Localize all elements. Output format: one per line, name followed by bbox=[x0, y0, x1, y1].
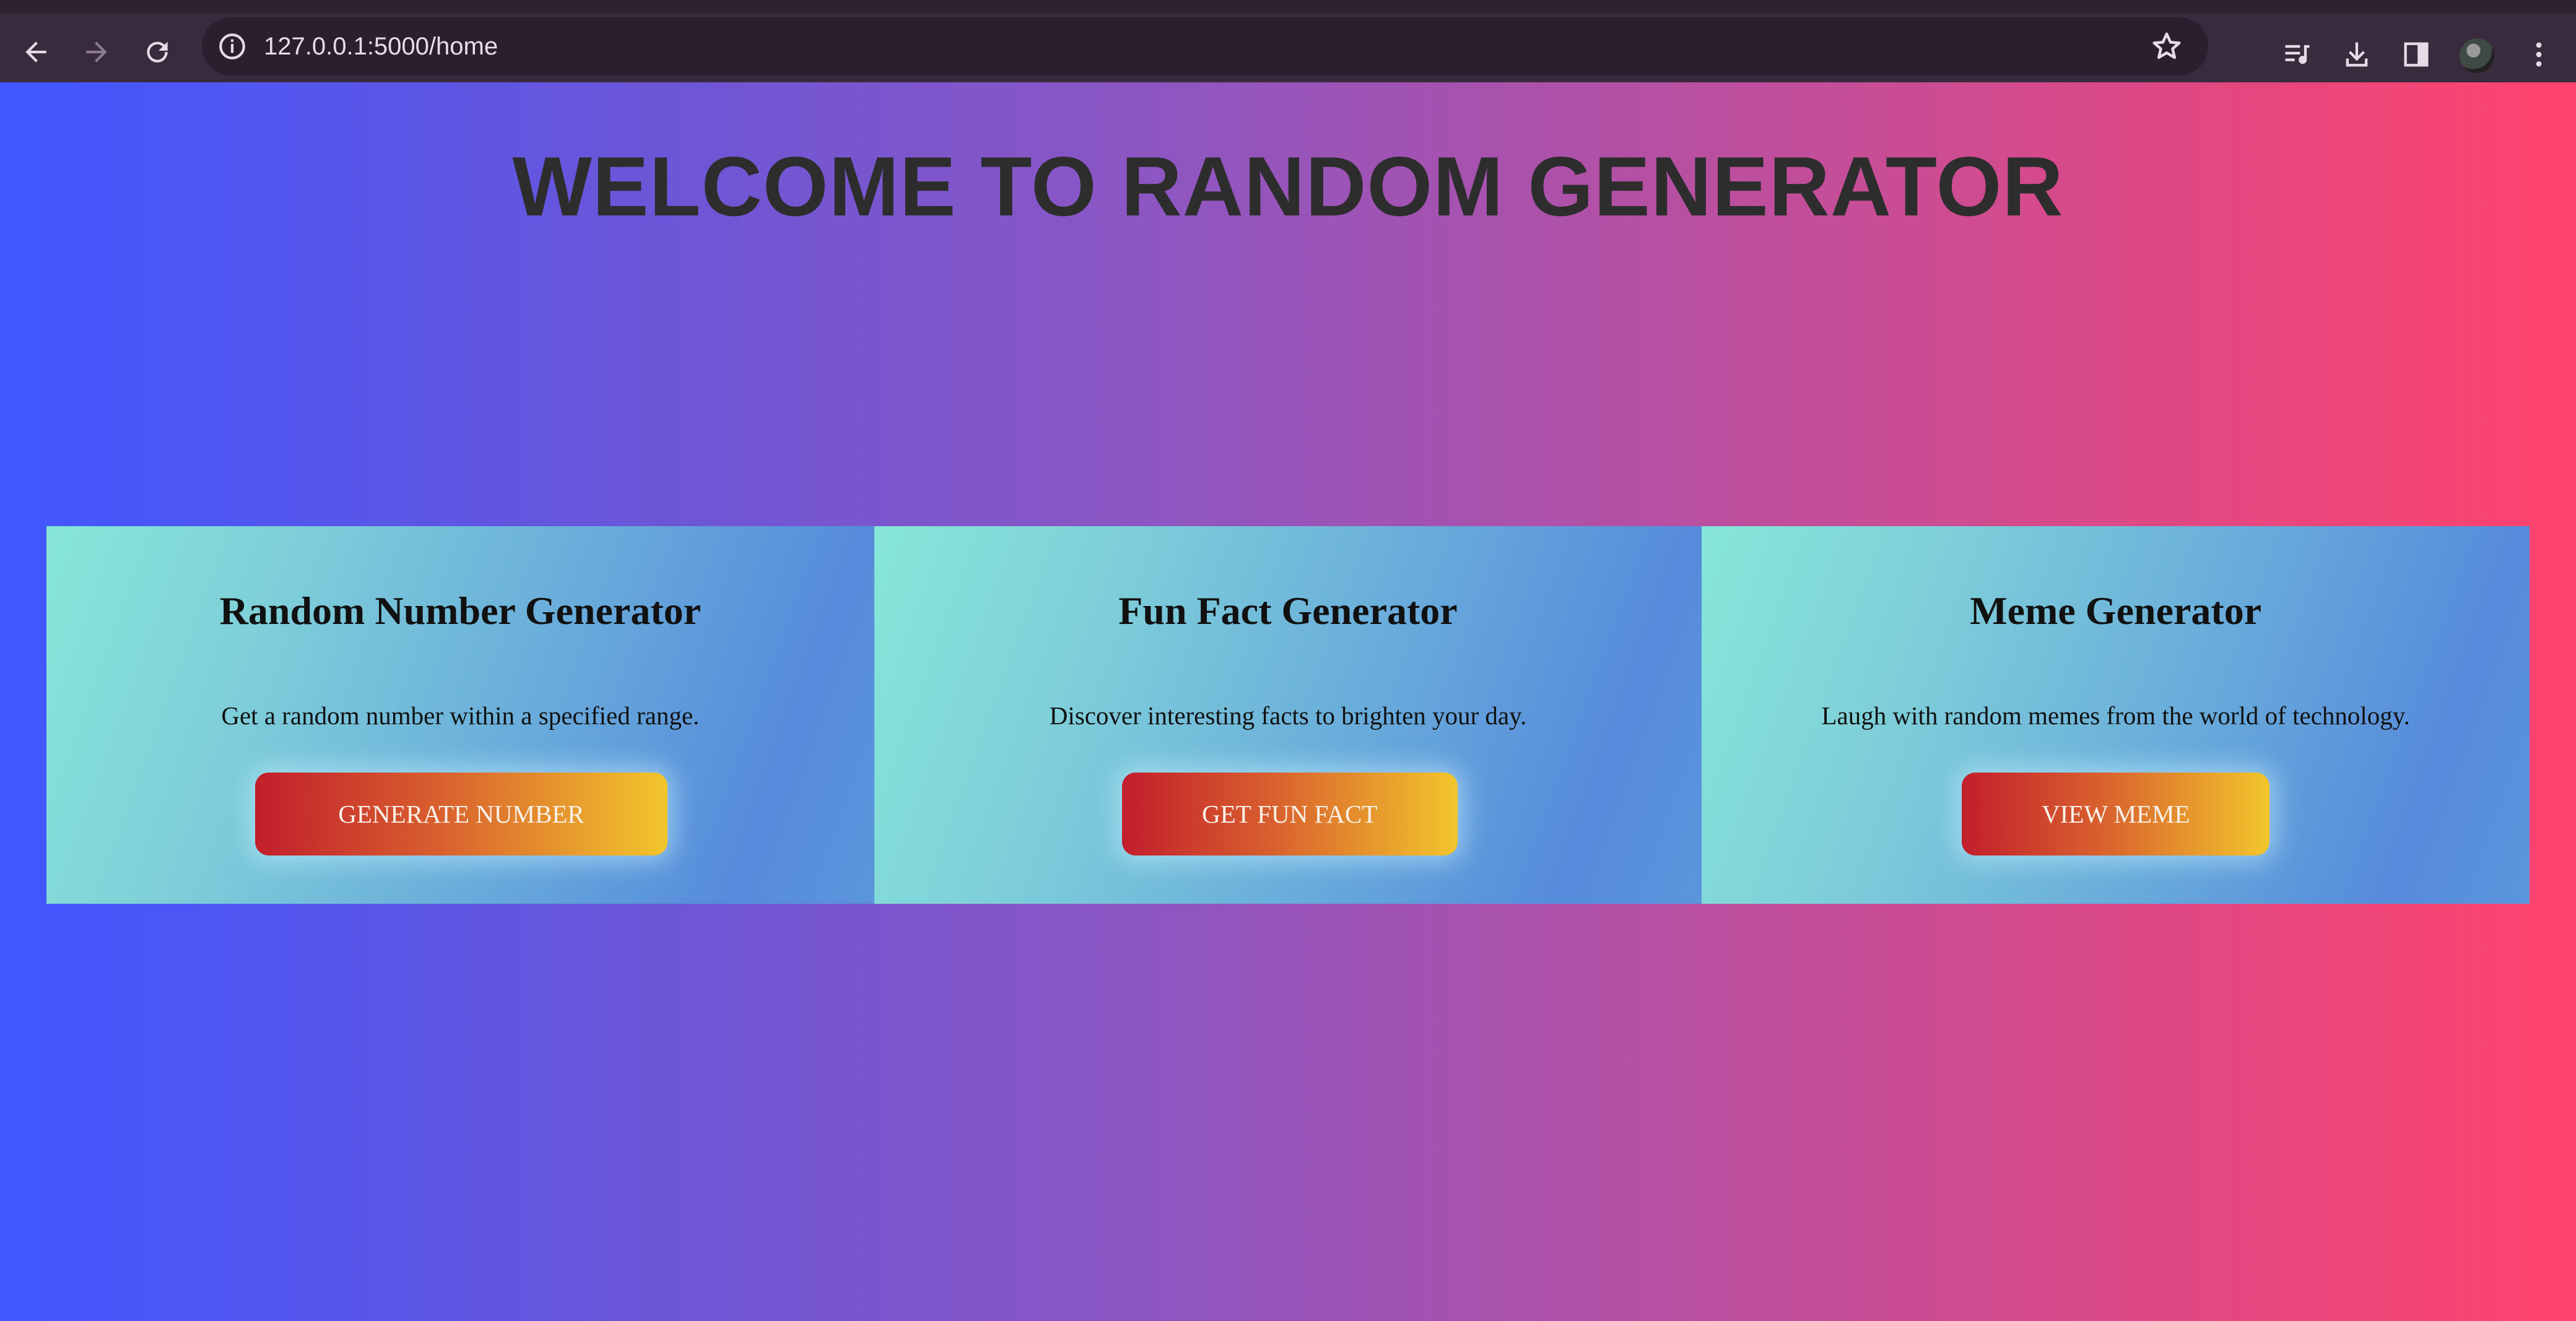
media-button[interactable] bbox=[2273, 30, 2322, 79]
card-row: Random Number Generator Get a random num… bbox=[46, 526, 2530, 904]
view-meme-button[interactable]: VIEW MEME bbox=[1962, 773, 2270, 855]
browser-toolbar: 127.0.0.1:5000/home bbox=[0, 0, 2576, 82]
url-text[interactable]: 127.0.0.1:5000/home bbox=[264, 17, 498, 76]
side-panel-icon bbox=[2404, 42, 2429, 67]
reload-icon bbox=[147, 41, 168, 63]
address-bar[interactable]: 127.0.0.1:5000/home bbox=[202, 17, 2208, 76]
star-icon[interactable] bbox=[2150, 30, 2183, 63]
download-button[interactable] bbox=[2332, 30, 2382, 79]
card-title: Fun Fact Generator bbox=[1118, 589, 1458, 633]
generate-number-button[interactable]: GENERATE NUMBER bbox=[255, 773, 668, 855]
card-fun-fact: Fun Fact Generator Discover interesting … bbox=[874, 526, 1702, 904]
download-icon bbox=[2346, 42, 2368, 67]
card-meme: Meme Generator Laugh with random memes f… bbox=[1702, 526, 2530, 904]
page-title: WELCOME TO RANDOM GENERATOR bbox=[512, 139, 2064, 233]
reload-button[interactable] bbox=[133, 27, 182, 77]
card-description: Discover interesting facts to brighten y… bbox=[1049, 701, 1527, 730]
card-description: Laugh with random memes from the world o… bbox=[1821, 701, 2410, 730]
side-panel-button[interactable] bbox=[2391, 30, 2441, 79]
info-icon[interactable] bbox=[217, 31, 248, 62]
menu-button[interactable] bbox=[2514, 30, 2564, 79]
card-random-number: Random Number Generator Get a random num… bbox=[46, 526, 874, 904]
get-fun-fact-button[interactable]: GET FUN FACT bbox=[1121, 773, 1458, 855]
avatar[interactable] bbox=[2460, 38, 2494, 73]
media-icon bbox=[2285, 45, 2310, 64]
card-title: Random Number Generator bbox=[219, 589, 702, 633]
menu-icon bbox=[2536, 42, 2542, 67]
card-title: Meme Generator bbox=[1970, 589, 2262, 633]
back-icon bbox=[25, 41, 46, 63]
card-description: Get a random number within a specified r… bbox=[221, 701, 700, 730]
back-button[interactable] bbox=[11, 27, 61, 77]
forward-button[interactable] bbox=[72, 27, 121, 77]
page-body: WELCOME TO RANDOM GENERATOR Random Numbe… bbox=[0, 82, 2576, 1321]
forward-icon bbox=[86, 41, 107, 63]
